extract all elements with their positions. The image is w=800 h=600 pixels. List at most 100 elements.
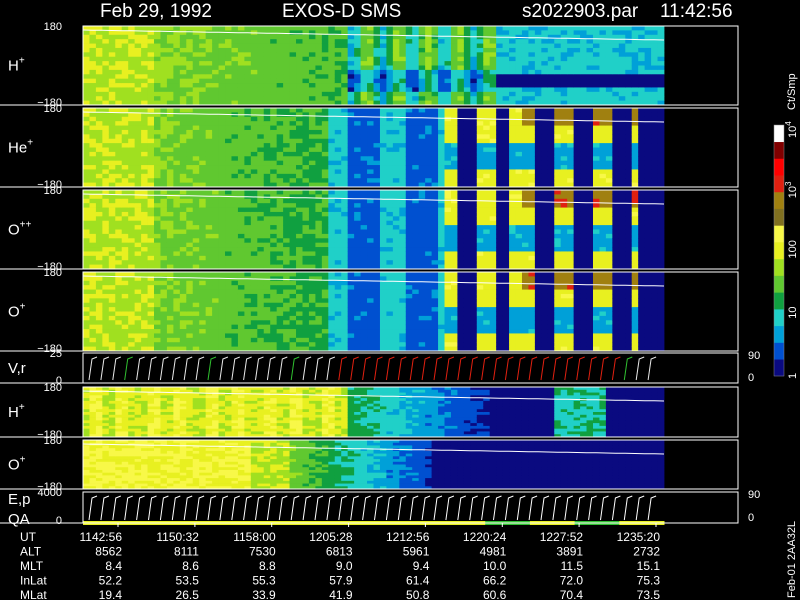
heatmap-cell: [644, 147, 652, 153]
heatmap-cell: [121, 216, 129, 222]
heatmap-cell: [541, 134, 549, 140]
heatmap-cell: [463, 216, 471, 222]
heatmap-cell: [418, 242, 426, 248]
heatmap-cell: [296, 96, 303, 102]
heatmap-cell: [412, 203, 420, 208]
heatmap-cell: [405, 78, 413, 84]
heatmap-cell: [263, 43, 271, 49]
heatmap-cell: [547, 165, 555, 170]
heatmap-cell: [612, 47, 620, 53]
heatmap-cell: [102, 255, 110, 261]
heatmap-cell: [199, 147, 207, 153]
heatmap-cell: [399, 255, 407, 261]
heatmap-cell: [199, 52, 207, 58]
heatmap-cell: [534, 233, 542, 239]
heatmap-cell: [457, 251, 465, 257]
heatmap-cell: [179, 87, 187, 93]
heatmap-cell: [334, 125, 342, 131]
heatmap-cell: [483, 83, 491, 88]
heatmap-cell: [386, 242, 394, 248]
heatmap-cell: [489, 138, 497, 144]
heatmap-cell: [102, 298, 110, 304]
heatmap-cell: [534, 156, 542, 162]
heatmap-cell: [321, 78, 329, 84]
heatmap-cell: [457, 125, 465, 131]
heatmap-cell: [315, 255, 323, 261]
heatmap-cell: [134, 260, 142, 266]
heatmap-cell: [399, 242, 407, 248]
heatmap-cell: [476, 160, 484, 166]
heatmap-cell: [502, 190, 510, 195]
heatmap-cell: [231, 198, 239, 204]
heatmap-cell: [483, 30, 491, 36]
heatmap-cell: [192, 247, 200, 252]
heatmap-cell: [199, 247, 207, 252]
heatmap-cell: [625, 242, 633, 248]
heatmap-cell: [405, 225, 413, 230]
heatmap-cell: [121, 190, 129, 195]
heatmap-cell: [102, 151, 110, 157]
heatmap-cell: [586, 194, 594, 200]
heatmap-cell: [631, 91, 639, 97]
heatmap-cell: [154, 43, 161, 49]
heatmap-cell: [418, 216, 426, 222]
heatmap-cell: [250, 78, 258, 84]
heatmap-cell: [315, 173, 323, 179]
heatmap-cell: [237, 160, 245, 166]
heatmap-cell: [373, 178, 381, 184]
heatmap-cell: [573, 143, 581, 148]
heatmap-cell: [83, 302, 90, 308]
heatmap-cell: [379, 251, 387, 257]
heatmap-cell: [399, 251, 407, 257]
heatmap-cell: [412, 69, 420, 75]
heatmap-cell: [212, 165, 219, 170]
heatmap-cell: [328, 91, 336, 97]
heatmap-cell: [360, 216, 368, 222]
heatmap-cell: [231, 260, 239, 266]
heatmap-cell: [392, 156, 400, 162]
heatmap-cell: [89, 39, 97, 44]
heatmap-cell: [392, 225, 400, 230]
heatmap-cell: [108, 315, 116, 321]
heatmap-cell: [115, 26, 123, 31]
heatmap-cell: [302, 238, 310, 244]
heatmap-cell: [638, 61, 646, 66]
heatmap-cell: [638, 30, 646, 36]
heatmap-cell: [173, 203, 181, 208]
heatmap-cell: [386, 112, 394, 118]
heatmap-cell: [289, 178, 297, 184]
heatmap-cell: [405, 125, 413, 131]
heatmap-cell: [95, 74, 103, 80]
heatmap-cell: [457, 190, 465, 195]
heatmap-cell: [237, 251, 245, 257]
heatmap-cell: [580, 147, 587, 153]
heatmap-cell: [270, 220, 278, 226]
heatmap-cell: [147, 220, 155, 226]
heatmap-cell: [489, 125, 497, 131]
heatmap-cell: [347, 169, 355, 175]
heatmap-cell: [412, 225, 420, 230]
heatmap-cell: [270, 211, 278, 217]
heatmap-cell: [231, 91, 239, 97]
heatmap-cell: [367, 47, 374, 53]
heatmap-cell: [560, 169, 568, 175]
heatmap-cell: [651, 87, 658, 93]
heatmap-cell: [83, 194, 90, 200]
heatmap-cell: [560, 108, 568, 113]
heatmap-cell: [147, 74, 155, 80]
heatmap-cell: [276, 178, 284, 184]
heatmap-cell: [296, 169, 303, 175]
heatmap-cell: [89, 121, 97, 126]
heatmap-cell: [121, 83, 129, 88]
heatmap-cell: [392, 74, 400, 80]
heatmap-cell: [205, 143, 213, 148]
heatmap-cell: [147, 251, 155, 257]
heatmap-cell: [405, 229, 413, 235]
heatmap-cell: [89, 129, 97, 135]
heatmap-cell: [541, 156, 549, 162]
heatmap-cell: [515, 47, 523, 53]
heatmap-cell: [457, 216, 465, 222]
heatmap-cell: [502, 238, 510, 244]
heatmap-cell: [225, 229, 232, 235]
heatmap-cell: [580, 125, 587, 131]
